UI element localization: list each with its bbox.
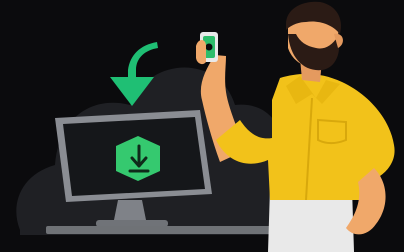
illustration-scene [0,0,404,252]
illustration-canvas [0,0,404,252]
desk [46,226,294,234]
